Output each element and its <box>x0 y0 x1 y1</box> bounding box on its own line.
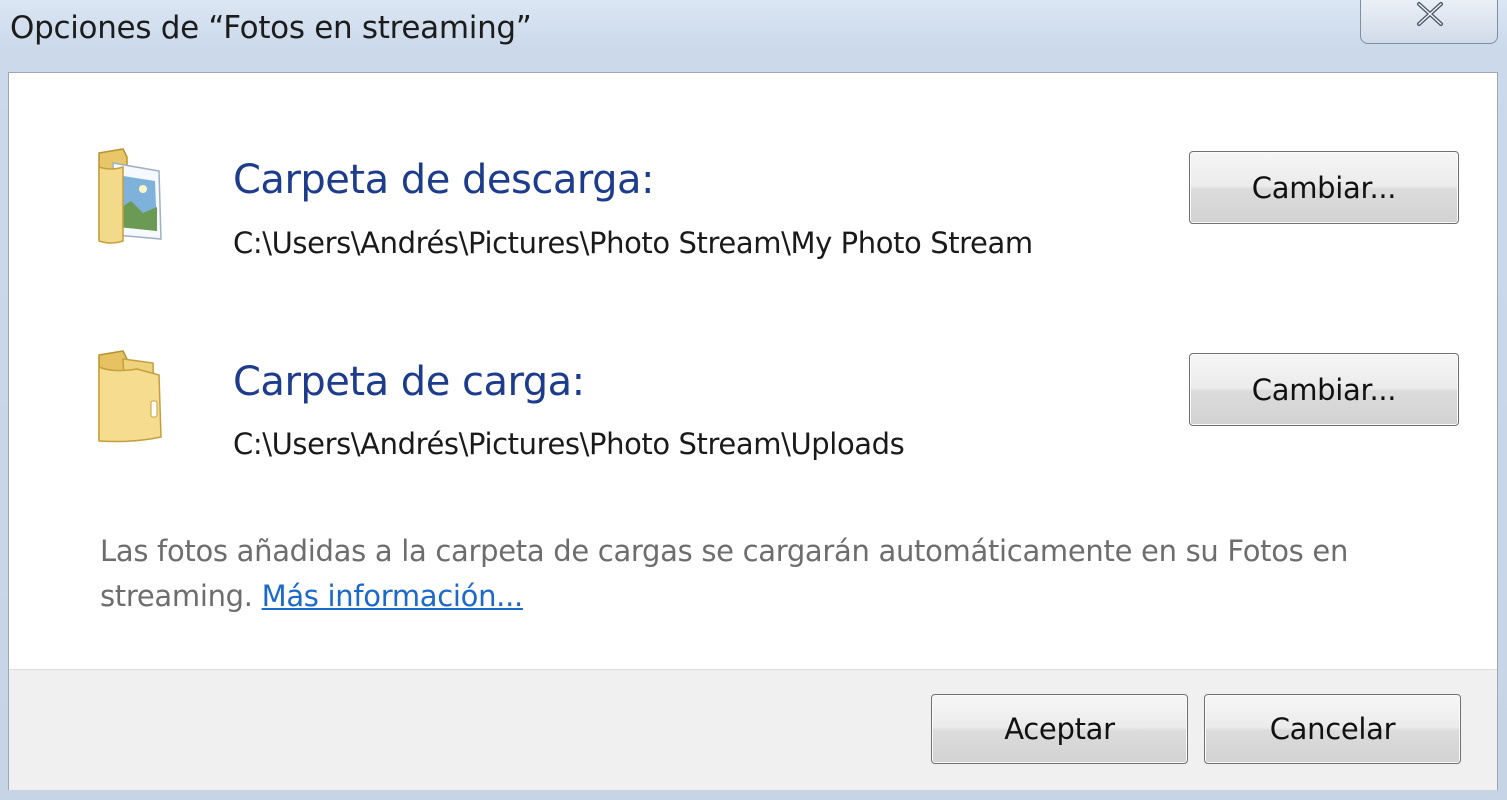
cancel-button[interactable]: Cancelar <box>1204 694 1461 764</box>
download-folder-path: C:\Users\Andrés\Pictures\Photo Stream\My… <box>233 226 1033 260</box>
upload-folder-heading: Carpeta de carga: <box>233 359 585 405</box>
dialog-content: Carpeta de descarga: C:\Users\Andrés\Pic… <box>8 72 1498 790</box>
options-dialog: Opciones de “Fotos en streaming” Carpeta… <box>0 0 1507 800</box>
upload-folder-path: C:\Users\Andrés\Pictures\Photo Stream\Up… <box>233 427 905 461</box>
close-button[interactable] <box>1360 0 1498 44</box>
close-icon <box>1417 2 1443 26</box>
change-upload-folder-button[interactable]: Cambiar... <box>1189 353 1459 426</box>
folder-icon <box>93 349 173 449</box>
change-download-folder-button[interactable]: Cambiar... <box>1189 151 1459 224</box>
dialog-footer: Aceptar Cancelar <box>9 669 1497 790</box>
title-bar[interactable]: Opciones de “Fotos en streaming” <box>0 0 1507 66</box>
dialog-title: Opciones de “Fotos en streaming” <box>10 10 532 46</box>
ok-button[interactable]: Aceptar <box>931 694 1188 764</box>
pictures-folder-icon <box>93 147 173 251</box>
download-folder-heading: Carpeta de descarga: <box>233 157 654 203</box>
info-description: Las fotos añadidas a la carpeta de carga… <box>100 529 1480 619</box>
more-info-link[interactable]: Más información... <box>262 579 524 613</box>
